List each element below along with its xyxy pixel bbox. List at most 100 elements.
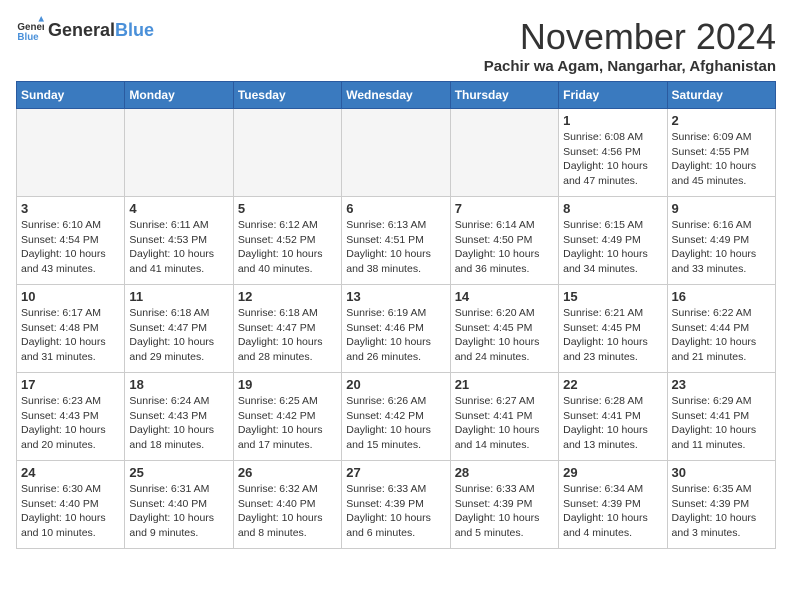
calendar-cell: 26 Sunrise: 6:32 AM Sunset: 4:40 PM Dayli… <box>233 461 341 549</box>
day-info: Sunrise: 6:14 AM Sunset: 4:50 PM Dayligh… <box>455 218 554 277</box>
month-title: November 2024 <box>484 16 776 58</box>
calendar-cell: 23 Sunrise: 6:29 AM Sunset: 4:41 PM Dayli… <box>667 373 775 461</box>
calendar-header-row: SundayMondayTuesdayWednesdayThursdayFrid… <box>17 82 776 109</box>
calendar-cell: 13 Sunrise: 6:19 AM Sunset: 4:46 PM Dayli… <box>342 285 450 373</box>
calendar-cell: 5 Sunrise: 6:12 AM Sunset: 4:52 PM Daylig… <box>233 197 341 285</box>
calendar-cell: 27 Sunrise: 6:33 AM Sunset: 4:39 PM Dayli… <box>342 461 450 549</box>
day-number: 30 <box>672 465 771 480</box>
logo-icon: General Blue <box>16 16 44 44</box>
day-number: 7 <box>455 201 554 216</box>
calendar-cell: 16 Sunrise: 6:22 AM Sunset: 4:44 PM Dayli… <box>667 285 775 373</box>
day-info: Sunrise: 6:34 AM Sunset: 4:39 PM Dayligh… <box>563 482 662 541</box>
week-row-4: 17 Sunrise: 6:23 AM Sunset: 4:43 PM Dayli… <box>17 373 776 461</box>
day-info: Sunrise: 6:25 AM Sunset: 4:42 PM Dayligh… <box>238 394 337 453</box>
calendar-cell: 10Sunrise: 6:17 AM Sunset: 4:48 PM Dayli… <box>17 285 125 373</box>
col-header-sunday: Sunday <box>17 82 125 109</box>
day-number: 28 <box>455 465 554 480</box>
day-info: Sunrise: 6:24 AM Sunset: 4:43 PM Dayligh… <box>129 394 228 453</box>
day-info: Sunrise: 6:30 AM Sunset: 4:40 PM Dayligh… <box>21 482 120 541</box>
calendar-cell: 17 Sunrise: 6:23 AM Sunset: 4:43 PM Dayli… <box>17 373 125 461</box>
day-number: 27 <box>346 465 445 480</box>
title-area: November 2024 Pachir wa Agam, Nangarhar,… <box>484 16 776 75</box>
day-number: 12 <box>238 289 337 304</box>
day-info: Sunrise: 6:32 AM Sunset: 4:40 PM Dayligh… <box>238 482 337 541</box>
day-number: 23 <box>672 377 771 392</box>
day-number: 17 <box>21 377 120 392</box>
day-info: Sunrise: 6:19 AM Sunset: 4:46 PM Dayligh… <box>346 306 445 365</box>
calendar-cell: 1 Sunrise: 6:08 AM Sunset: 4:56 PM Daylig… <box>559 109 667 197</box>
day-number: 3 <box>21 201 120 216</box>
calendar-cell: 15Sunrise: 6:21 AM Sunset: 4:45 PM Dayli… <box>559 285 667 373</box>
day-info: Sunrise: 6:08 AM Sunset: 4:56 PM Dayligh… <box>563 130 662 189</box>
week-row-3: 10Sunrise: 6:17 AM Sunset: 4:48 PM Dayli… <box>17 285 776 373</box>
day-number: 19 <box>238 377 337 392</box>
day-info: Sunrise: 6:35 AM Sunset: 4:39 PM Dayligh… <box>672 482 771 541</box>
calendar-cell <box>17 109 125 197</box>
calendar-cell: 28 Sunrise: 6:33 AM Sunset: 4:39 PM Dayli… <box>450 461 558 549</box>
calendar-cell: 30 Sunrise: 6:35 AM Sunset: 4:39 PM Dayli… <box>667 461 775 549</box>
day-info: Sunrise: 6:33 AM Sunset: 4:39 PM Dayligh… <box>455 482 554 541</box>
col-header-saturday: Saturday <box>667 82 775 109</box>
calendar-cell: 12Sunrise: 6:18 AM Sunset: 4:47 PM Dayli… <box>233 285 341 373</box>
day-info: Sunrise: 6:23 AM Sunset: 4:43 PM Dayligh… <box>21 394 120 453</box>
calendar-cell: 19 Sunrise: 6:25 AM Sunset: 4:42 PM Dayli… <box>233 373 341 461</box>
day-info: Sunrise: 6:27 AM Sunset: 4:41 PM Dayligh… <box>455 394 554 453</box>
col-header-monday: Monday <box>125 82 233 109</box>
week-row-5: 24 Sunrise: 6:30 AM Sunset: 4:40 PM Dayli… <box>17 461 776 549</box>
day-info: Sunrise: 6:31 AM Sunset: 4:40 PM Dayligh… <box>129 482 228 541</box>
day-info: Sunrise: 6:33 AM Sunset: 4:39 PM Dayligh… <box>346 482 445 541</box>
day-number: 20 <box>346 377 445 392</box>
calendar-cell <box>125 109 233 197</box>
subtitle: Pachir wa Agam, Nangarhar, Afghanistan <box>484 58 776 75</box>
logo-general: General <box>48 20 115 41</box>
day-number: 13 <box>346 289 445 304</box>
week-row-1: 1 Sunrise: 6:08 AM Sunset: 4:56 PM Daylig… <box>17 109 776 197</box>
day-info: Sunrise: 6:15 AM Sunset: 4:49 PM Dayligh… <box>563 218 662 277</box>
calendar-cell: 7 Sunrise: 6:14 AM Sunset: 4:50 PM Daylig… <box>450 197 558 285</box>
calendar-cell: 29 Sunrise: 6:34 AM Sunset: 4:39 PM Dayli… <box>559 461 667 549</box>
day-number: 26 <box>238 465 337 480</box>
day-info: Sunrise: 6:29 AM Sunset: 4:41 PM Dayligh… <box>672 394 771 453</box>
calendar-cell <box>233 109 341 197</box>
day-number: 1 <box>563 113 662 128</box>
day-info: Sunrise: 6:16 AM Sunset: 4:49 PM Dayligh… <box>672 218 771 277</box>
day-number: 4 <box>129 201 228 216</box>
calendar-cell <box>342 109 450 197</box>
day-info: Sunrise: 6:28 AM Sunset: 4:41 PM Dayligh… <box>563 394 662 453</box>
col-header-friday: Friday <box>559 82 667 109</box>
day-number: 5 <box>238 201 337 216</box>
logo: General Blue GeneralBlue <box>16 16 154 44</box>
calendar-cell <box>450 109 558 197</box>
col-header-thursday: Thursday <box>450 82 558 109</box>
day-number: 14 <box>455 289 554 304</box>
day-number: 2 <box>672 113 771 128</box>
calendar: SundayMondayTuesdayWednesdayThursdayFrid… <box>16 81 776 549</box>
day-number: 24 <box>21 465 120 480</box>
day-info: Sunrise: 6:22 AM Sunset: 4:44 PM Dayligh… <box>672 306 771 365</box>
day-number: 16 <box>672 289 771 304</box>
day-info: Sunrise: 6:13 AM Sunset: 4:51 PM Dayligh… <box>346 218 445 277</box>
calendar-cell: 8 Sunrise: 6:15 AM Sunset: 4:49 PM Daylig… <box>559 197 667 285</box>
calendar-cell: 11Sunrise: 6:18 AM Sunset: 4:47 PM Dayli… <box>125 285 233 373</box>
calendar-cell: 3Sunrise: 6:10 AM Sunset: 4:54 PM Daylig… <box>17 197 125 285</box>
day-number: 25 <box>129 465 228 480</box>
calendar-cell: 21Sunrise: 6:27 AM Sunset: 4:41 PM Dayli… <box>450 373 558 461</box>
day-number: 8 <box>563 201 662 216</box>
logo-blue: Blue <box>115 20 154 41</box>
calendar-cell: 9Sunrise: 6:16 AM Sunset: 4:49 PM Daylig… <box>667 197 775 285</box>
header: General Blue GeneralBlue November 2024 P… <box>16 16 776 75</box>
calendar-cell: 4Sunrise: 6:11 AM Sunset: 4:53 PM Daylig… <box>125 197 233 285</box>
svg-text:Blue: Blue <box>17 32 39 43</box>
day-number: 6 <box>346 201 445 216</box>
day-info: Sunrise: 6:12 AM Sunset: 4:52 PM Dayligh… <box>238 218 337 277</box>
calendar-cell: 6 Sunrise: 6:13 AM Sunset: 4:51 PM Daylig… <box>342 197 450 285</box>
day-info: Sunrise: 6:26 AM Sunset: 4:42 PM Dayligh… <box>346 394 445 453</box>
calendar-cell: 24 Sunrise: 6:30 AM Sunset: 4:40 PM Dayli… <box>17 461 125 549</box>
week-row-2: 3Sunrise: 6:10 AM Sunset: 4:54 PM Daylig… <box>17 197 776 285</box>
day-number: 15 <box>563 289 662 304</box>
day-info: Sunrise: 6:18 AM Sunset: 4:47 PM Dayligh… <box>129 306 228 365</box>
col-header-tuesday: Tuesday <box>233 82 341 109</box>
day-number: 10 <box>21 289 120 304</box>
calendar-cell: 14Sunrise: 6:20 AM Sunset: 4:45 PM Dayli… <box>450 285 558 373</box>
day-number: 29 <box>563 465 662 480</box>
